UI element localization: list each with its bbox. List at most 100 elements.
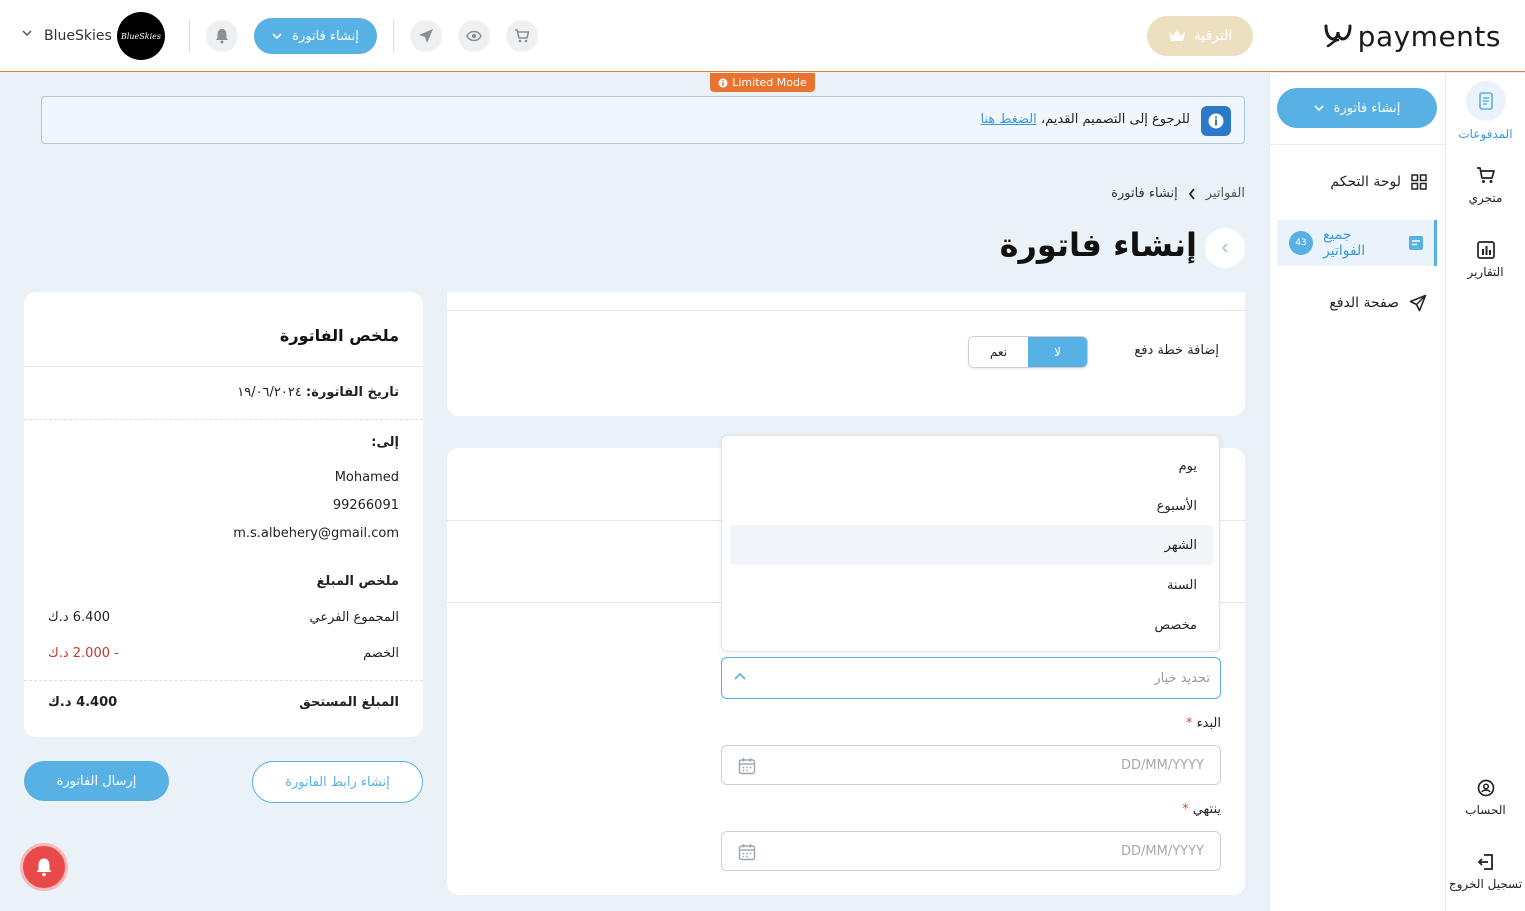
amount-summary-title: ملخص المبلغ <box>316 574 399 589</box>
paper-plane-icon <box>418 28 434 44</box>
start-label-text: البدء <box>1196 716 1221 731</box>
breadcrumb-invoices[interactable]: الفواتير <box>1206 186 1245 201</box>
send-button[interactable] <box>410 20 442 52</box>
amount-due-label: المبلغ المستحق <box>299 695 399 710</box>
chevron-up-icon <box>734 672 746 680</box>
create-invoice-dropdown-button[interactable]: إنشاء فاتورة <box>254 18 377 54</box>
customer-phone: 99266091 <box>332 498 399 513</box>
cart-icon <box>1476 165 1496 185</box>
notice-text: للرجوع إلى التصميم القديم، <box>1040 112 1190 127</box>
start-date-input[interactable]: DD/MM/YYYY <box>721 745 1221 785</box>
brand-avatar[interactable]: BlueSkies <box>117 12 165 60</box>
sidebar-create-label: إنشاء فاتورة <box>1333 100 1401 116</box>
invoice-date-label: تاريخ الفاتورة: <box>306 385 399 400</box>
upgrade-label: الترقية <box>1193 28 1233 44</box>
invoice-count-badge: 43 <box>1289 231 1313 255</box>
rail-item-account[interactable]: الحساب <box>1446 779 1525 817</box>
page-title: إنشاء فاتورة <box>999 226 1197 264</box>
sidebar-item-all-invoices[interactable]: 43 جميع الفواتير <box>1277 220 1437 266</box>
old-design-notice: للرجوع إلى التصميم القديم، الضغط هنا <box>41 96 1245 144</box>
payment-plan-toggle[interactable]: نعم لا <box>968 336 1088 368</box>
divider <box>24 419 423 420</box>
rail-item-payments[interactable]: المدفوعات <box>1446 81 1525 141</box>
bell-icon <box>35 857 53 877</box>
divider <box>189 20 190 52</box>
payments-logo[interactable]: payments <box>1322 18 1501 54</box>
cart-button[interactable] <box>506 20 538 52</box>
bell-icon <box>215 28 229 44</box>
paper-plane-icon <box>1409 294 1427 312</box>
start-date-label: البدء * <box>1186 716 1221 731</box>
logout-icon <box>1477 853 1495 871</box>
dropdown-option-custom[interactable]: مخصص <box>730 605 1213 645</box>
invoice-icon <box>1465 81 1506 121</box>
send-invoice-button[interactable]: إرسال الفاتورة <box>24 761 169 801</box>
preview-button[interactable] <box>458 20 490 52</box>
period-select[interactable]: تحديد خيار <box>721 657 1221 699</box>
notice-link[interactable]: الضغط هنا <box>980 112 1036 127</box>
sidebar-item-dashboard[interactable]: لوحة التحكم <box>1277 162 1437 202</box>
logo-text: payments <box>1357 19 1501 53</box>
chevron-left-icon <box>1222 243 1228 253</box>
divider <box>447 310 1245 311</box>
notification-bell-button[interactable] <box>20 843 68 891</box>
toggle-no-option[interactable]: لا <box>1028 337 1087 367</box>
chevron-down-icon <box>272 33 282 39</box>
dropdown-option-month[interactable]: الشهر <box>730 525 1213 565</box>
sidebar-item-payment-page[interactable]: صفحة الدفع <box>1277 283 1437 323</box>
info-icon <box>718 78 728 88</box>
rail-item-reports[interactable]: التقارير <box>1446 241 1525 279</box>
subtotal-value: 6.400 د.ك <box>48 610 110 625</box>
grid-icon <box>1411 174 1427 190</box>
invoice-date-row: تاريخ الفاتورة: ١٩/٠٦/٢٠٢٤ <box>237 385 399 400</box>
limited-mode-badge: Limited Mode <box>710 73 815 92</box>
customer-name: Mohamed <box>334 470 399 485</box>
sidebar-item-label: صفحة الدفع <box>1329 295 1399 311</box>
chevron-down-icon[interactable] <box>22 30 32 36</box>
back-button[interactable] <box>1205 228 1245 268</box>
invoice-summary-card: ملخص الفاتورة تاريخ الفاتورة: ١٩/٠٦/٢٠٢٤… <box>24 292 423 737</box>
rail-label-payments: المدفوعات <box>1458 127 1513 141</box>
create-invoice-link-button[interactable]: إنشاء رابط الفاتورة <box>252 761 423 803</box>
dropdown-option-year[interactable]: السنة <box>730 565 1213 605</box>
rail-label-store: متجري <box>1468 191 1503 205</box>
upgrade-button[interactable]: الترقية <box>1147 16 1253 56</box>
calendar-icon[interactable] <box>738 757 756 775</box>
rail-label-account: الحساب <box>1465 803 1506 817</box>
invoice-list-icon <box>1408 235 1424 251</box>
dropdown-option-week[interactable]: الأسبوع <box>730 486 1213 526</box>
end-date-placeholder: DD/MM/YYYY <box>1121 844 1204 859</box>
crown-icon <box>1168 29 1186 43</box>
divider <box>24 366 423 367</box>
user-circle-icon <box>1477 779 1495 797</box>
period-dropdown-menu: يوم الأسبوع الشهر السنة مخصص <box>721 435 1220 652</box>
breadcrumb-current: إنشاء فاتورة <box>1111 186 1178 201</box>
logo-mark-icon <box>1324 24 1352 48</box>
to-label: إلى: <box>371 435 399 450</box>
create-invoice-label: إنشاء فاتورة <box>292 28 359 44</box>
notifications-button[interactable] <box>206 20 238 52</box>
rail-label-logout: تسجيل الخروج <box>1448 877 1523 891</box>
primary-rail: المدفوعات متجري التقارير الحساب تسجيل ال… <box>1446 73 1525 911</box>
rail-label-reports: التقارير <box>1467 265 1504 279</box>
end-label-text: ينتهي <box>1192 802 1221 817</box>
customer-email: m.s.albehery@gmail.com <box>233 526 399 541</box>
rail-item-store[interactable]: متجري <box>1446 165 1525 205</box>
invoice-date-value: ١٩/٠٦/٢٠٢٤ <box>237 385 302 400</box>
toggle-yes-option[interactable]: نعم <box>969 337 1028 367</box>
eye-icon <box>466 30 482 42</box>
brand-name[interactable]: BlueSkies <box>44 28 112 44</box>
discount-label: الخصم <box>363 646 399 661</box>
summary-title: ملخص الفاتورة <box>279 326 399 345</box>
bar-chart-icon <box>1476 241 1495 259</box>
subtotal-label: المجموع الفرعي <box>309 610 399 625</box>
end-date-input[interactable]: DD/MM/YYYY <box>721 831 1221 871</box>
select-placeholder: تحديد خيار <box>1154 671 1210 686</box>
rail-item-logout[interactable]: تسجيل الخروج <box>1446 853 1525 891</box>
amount-due-value: 4.400 د.ك <box>48 695 118 710</box>
end-date-label: ينتهي * <box>1182 802 1221 817</box>
dropdown-option-day[interactable]: يوم <box>730 446 1213 486</box>
sidebar-create-invoice-button[interactable]: إنشاء فاتورة <box>1277 88 1437 128</box>
limited-mode-label: Limited Mode <box>732 76 807 89</box>
calendar-icon[interactable] <box>738 843 756 861</box>
